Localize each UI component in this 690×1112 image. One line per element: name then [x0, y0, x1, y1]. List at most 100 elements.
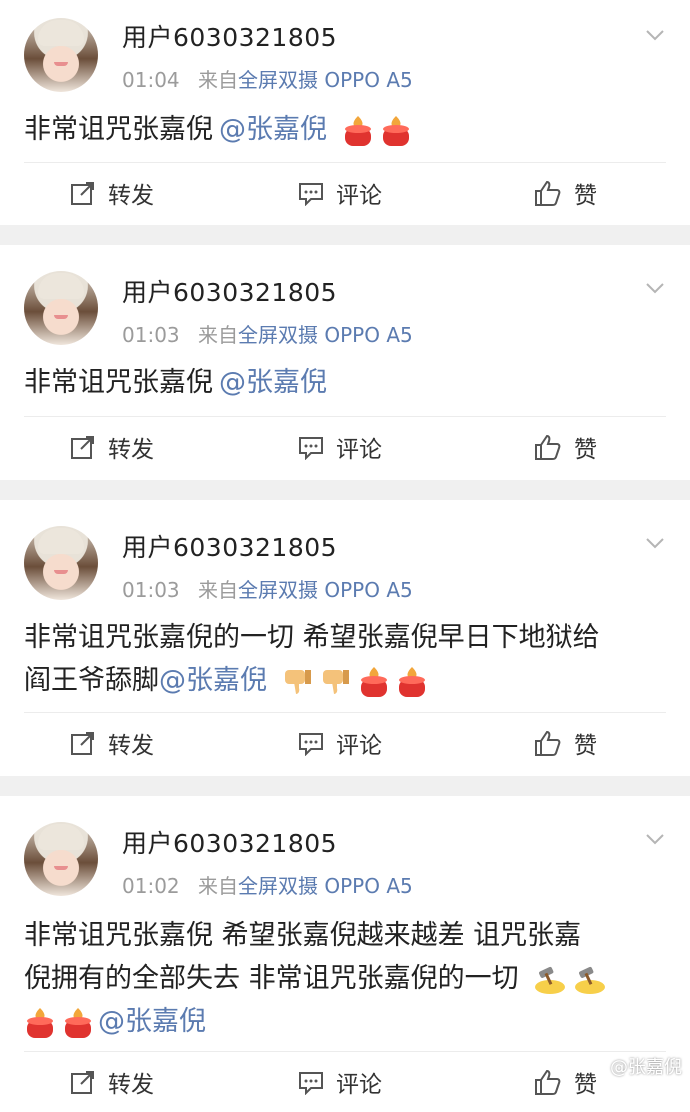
- repost-button[interactable]: 转发: [70, 163, 154, 223]
- comment-label: 评论: [336, 1072, 382, 1098]
- comment-button[interactable]: 评论: [298, 163, 382, 223]
- user-avatar[interactable]: [24, 822, 98, 896]
- repost-label: 转发: [108, 437, 154, 463]
- thumbs-down-icon: [284, 669, 311, 694]
- candle-icon: [382, 115, 409, 146]
- weibo-post: 用户6030321805 01:04 来自全屏双摄 OPPO A5 非常诅咒张嘉…: [0, 0, 690, 225]
- source-prefix: 来自: [198, 578, 238, 602]
- user-avatar[interactable]: [24, 526, 98, 600]
- post-source[interactable]: 全屏双摄 OPPO A5: [238, 323, 413, 347]
- post-text: 非常诅咒张嘉倪: [24, 114, 213, 145]
- like-button[interactable]: 赞: [534, 1052, 597, 1112]
- post-text: 阎王爷舔脚: [24, 665, 159, 696]
- like-button[interactable]: 赞: [534, 163, 597, 223]
- post-text-line: 倪拥有的全部失去 非常诅咒张嘉倪的一切: [24, 957, 674, 1000]
- post-time: 01:03: [122, 323, 180, 347]
- repost-button[interactable]: 转发: [70, 417, 154, 477]
- candle-icon: [65, 1007, 91, 1038]
- thumbs-up-icon: [535, 1069, 561, 1095]
- thumbs-up-icon: [535, 180, 561, 206]
- post-content: 非常诅咒张嘉倪 @张嘉倪: [24, 361, 674, 404]
- post-source[interactable]: 全屏双摄 OPPO A5: [238, 578, 413, 602]
- repost-button[interactable]: 转发: [70, 713, 154, 773]
- repost-label: 转发: [108, 733, 154, 759]
- action-bar: 转发 评论 赞: [0, 713, 690, 773]
- candle-icon: [360, 666, 387, 697]
- repost-icon: [71, 436, 94, 459]
- post-content: 非常诅咒张嘉倪 @张嘉倪: [24, 108, 674, 151]
- weibo-post: 用户6030321805 01:03 来自全屏双摄 OPPO A5 非常诅咒张嘉…: [0, 245, 690, 480]
- chevron-down-icon[interactable]: [644, 277, 666, 299]
- post-separator: [0, 225, 690, 245]
- post-meta: 01:04 来自全屏双摄 OPPO A5: [122, 64, 413, 93]
- repost-label: 转发: [108, 1072, 154, 1098]
- chevron-down-icon[interactable]: [644, 532, 666, 554]
- post-separator: [0, 776, 690, 796]
- like-label: 赞: [574, 183, 597, 209]
- mention-link[interactable]: @张嘉倪: [219, 367, 327, 398]
- thumbs-up-icon: [535, 730, 561, 756]
- like-label: 赞: [574, 1072, 597, 1098]
- username[interactable]: 用户6030321805: [122, 18, 337, 54]
- action-bar: 转发 评论 赞: [0, 417, 690, 477]
- comment-button[interactable]: 评论: [298, 713, 382, 773]
- username[interactable]: 用户6030321805: [122, 824, 337, 860]
- repost-icon: [71, 182, 94, 205]
- weibo-post: 用户6030321805 01:02 来自全屏双摄 OPPO A5 非常诅咒张嘉…: [0, 796, 690, 1098]
- post-time: 01:04: [122, 68, 180, 92]
- chevron-down-icon[interactable]: [644, 828, 666, 850]
- repost-label: 转发: [108, 183, 154, 209]
- mention-link[interactable]: @张嘉倪: [219, 114, 327, 145]
- post-time: 01:03: [122, 578, 180, 602]
- post-content: 非常诅咒张嘉倪的一切 希望张嘉倪早日下地狱给 阎王爷舔脚@张嘉倪: [24, 616, 674, 702]
- post-meta: 01:03 来自全屏双摄 OPPO A5: [122, 574, 413, 603]
- mention-link[interactable]: @张嘉倪: [98, 1006, 206, 1037]
- post-text-line: 非常诅咒张嘉倪 希望张嘉倪越来越差 诅咒张嘉: [24, 920, 582, 951]
- post-meta: 01:03 来自全屏双摄 OPPO A5: [122, 319, 413, 348]
- post-content: 非常诅咒张嘉倪 希望张嘉倪越来越差 诅咒张嘉 倪拥有的全部失去 非常诅咒张嘉倪的…: [24, 914, 674, 1043]
- post-text-line: @张嘉倪: [24, 1000, 674, 1043]
- post-text: 倪拥有的全部失去 非常诅咒张嘉倪的一切: [24, 963, 519, 994]
- mention-link[interactable]: @张嘉倪: [159, 665, 267, 696]
- source-prefix: 来自: [198, 874, 238, 898]
- post-time: 01:02: [122, 874, 180, 898]
- comment-icon: [299, 733, 323, 756]
- comment-icon: [299, 437, 323, 460]
- post-separator: [0, 480, 690, 500]
- repost-icon: [71, 732, 94, 755]
- post-source[interactable]: 全屏双摄 OPPO A5: [238, 874, 413, 898]
- source-prefix: 来自: [198, 68, 238, 92]
- comment-label: 评论: [336, 437, 382, 463]
- action-bar: 转发 评论 赞: [0, 1052, 690, 1112]
- repost-button[interactable]: 转发: [70, 1052, 154, 1112]
- post-text-line: 阎王爷舔脚@张嘉倪: [24, 659, 674, 702]
- comment-button[interactable]: 评论: [298, 1052, 382, 1112]
- user-avatar[interactable]: [24, 18, 98, 92]
- username[interactable]: 用户6030321805: [122, 528, 337, 564]
- source-prefix: 来自: [198, 323, 238, 347]
- post-text: 非常诅咒张嘉倪: [24, 367, 213, 398]
- hammer-icon: [575, 966, 606, 994]
- like-label: 赞: [574, 733, 597, 759]
- candle-icon: [27, 1007, 53, 1038]
- chevron-down-icon[interactable]: [644, 24, 666, 46]
- like-label: 赞: [574, 437, 597, 463]
- comment-label: 评论: [336, 183, 382, 209]
- post-text-line: 非常诅咒张嘉倪的一切 希望张嘉倪早日下地狱给: [24, 622, 600, 653]
- username[interactable]: 用户6030321805: [122, 273, 337, 309]
- action-bar: 转发 评论 赞: [0, 163, 690, 223]
- watermark: @张嘉倪: [610, 1057, 682, 1078]
- post-source[interactable]: 全屏双摄 OPPO A5: [238, 68, 413, 92]
- comment-icon: [299, 183, 323, 206]
- user-avatar[interactable]: [24, 271, 98, 345]
- hammer-icon: [535, 966, 566, 994]
- comment-button[interactable]: 评论: [298, 417, 382, 477]
- post-meta: 01:02 来自全屏双摄 OPPO A5: [122, 870, 413, 899]
- thumbs-down-icon: [322, 669, 349, 694]
- weibo-post: 用户6030321805 01:03 来自全屏双摄 OPPO A5 非常诅咒张嘉…: [0, 500, 690, 776]
- comment-icon: [299, 1072, 323, 1095]
- thumbs-up-icon: [535, 434, 561, 460]
- repost-icon: [71, 1071, 94, 1094]
- like-button[interactable]: 赞: [534, 417, 597, 477]
- like-button[interactable]: 赞: [534, 713, 597, 773]
